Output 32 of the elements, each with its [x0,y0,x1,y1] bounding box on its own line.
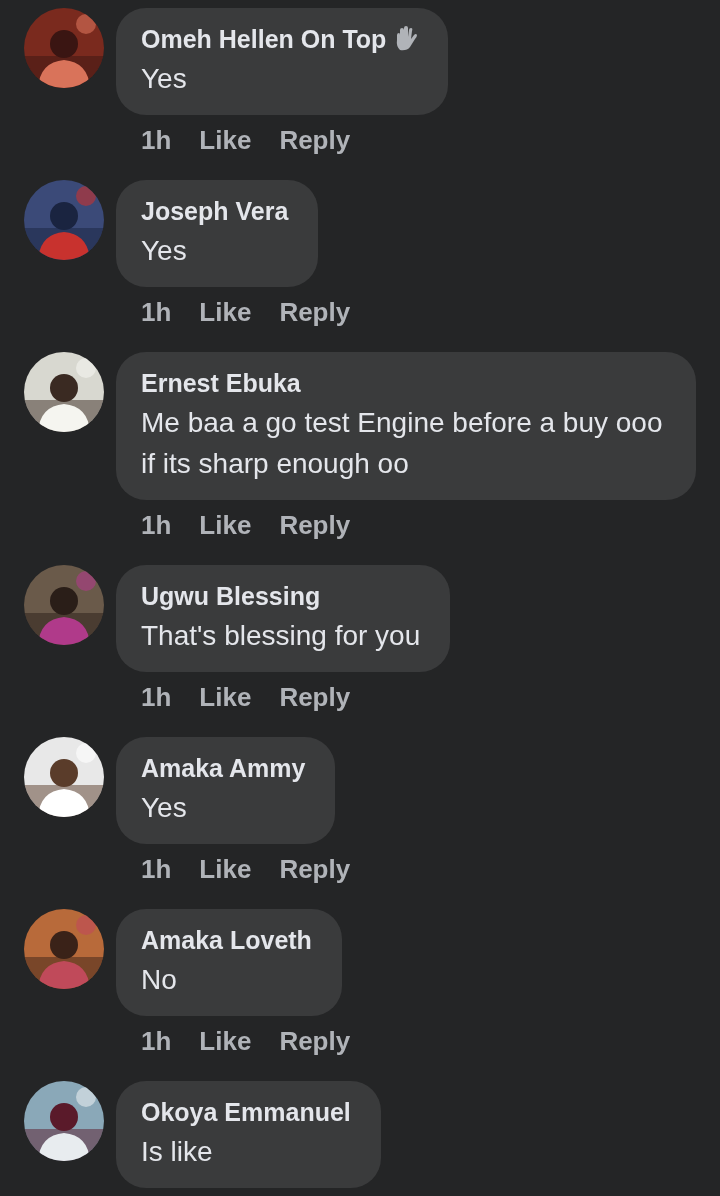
comment-time: 1h [141,854,172,885]
reply-link[interactable]: Reply [279,1026,351,1057]
author-name[interactable]: Amaka Ammy [141,753,306,783]
comment-text: No [141,963,178,997]
reply-link[interactable]: Reply [279,125,351,156]
comment-time: 1h [141,125,172,156]
reply-link[interactable]: Reply [279,682,351,713]
like-link[interactable]: Like [199,510,252,541]
comment-text: Yes [141,62,188,96]
like-link[interactable]: Like [199,682,252,713]
like-link[interactable]: Like [199,125,252,156]
like-link[interactable]: Like [199,297,252,328]
reply-link[interactable]: Reply [279,854,351,885]
comment-text: That's blessing for you [141,619,421,653]
comment-time: 1h [141,682,172,713]
comment-text: Yes [141,234,188,268]
like-link[interactable]: Like [199,1026,252,1057]
comment-text: Me baa a go test Engine before a buy ooo if its sharp enough oo [141,406,664,481]
reply-link[interactable]: Reply [279,297,351,328]
reply-link[interactable]: Reply [279,510,351,541]
comment-time: 1h [141,297,172,328]
author-name[interactable]: Amaka Loveth [141,925,312,955]
comment-time: 1h [141,1026,172,1057]
author-name[interactable]: Joseph Vera [141,196,289,226]
comment-text: Is like [141,1135,214,1169]
comment-text: Yes [141,791,188,825]
comment-time: 1h [141,510,172,541]
author-name[interactable]: Ernest Ebuka [141,368,301,398]
author-name[interactable]: Okoya Emmanuel [141,1097,351,1127]
author-name[interactable]: Ugwu Blessing [141,581,321,611]
like-link[interactable]: Like [199,854,252,885]
author-name[interactable]: Omeh Hellen On Top [141,24,387,54]
